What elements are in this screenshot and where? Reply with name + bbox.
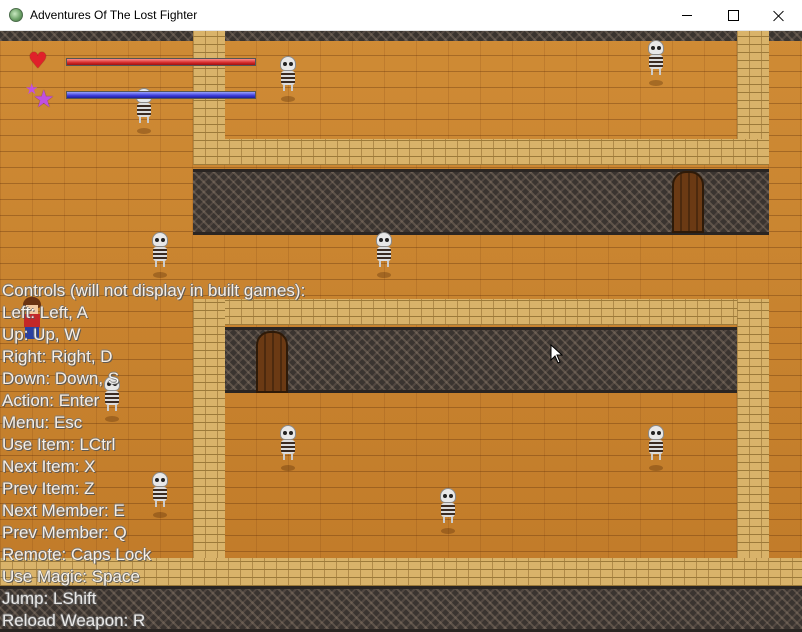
window-title: Adventures Of The Lost Fighter: [30, 8, 198, 22]
skeleton-enemy[interactable]: [645, 40, 667, 90]
control-binding: Left: Left, A: [2, 303, 89, 322]
controls-overlay: Controls (will not display in built game…: [2, 280, 305, 632]
control-binding: Action: Enter: [2, 391, 100, 410]
game-viewport[interactable]: ♥ ★ ★ Controls (will not display in buil…: [0, 31, 802, 632]
heart-icon: ♥: [28, 49, 48, 74]
brick-wall: [737, 299, 769, 599]
skeleton-enemy[interactable]: [437, 488, 459, 538]
control-binding: Up: Up, W: [2, 325, 81, 344]
minimize-icon: [682, 15, 692, 16]
close-icon: [773, 10, 785, 22]
control-binding: Right: Right, D: [2, 347, 113, 366]
magic-bar-fill: [67, 92, 255, 98]
control-binding: Next Item: X: [2, 457, 96, 476]
skeleton-enemy[interactable]: [149, 232, 171, 282]
control-binding: Next Member: E: [2, 501, 125, 520]
control-binding: Jump: LShift: [2, 589, 97, 608]
star-icon: ★: [33, 85, 55, 113]
control-binding: Prev Member: Q: [2, 523, 127, 542]
wooden-door[interactable]: [672, 171, 704, 233]
control-binding: Menu: Esc: [2, 413, 83, 432]
maximize-icon: [727, 10, 739, 21]
title-bar: Adventures Of The Lost Fighter: [0, 0, 802, 31]
control-binding: Use Magic: Space: [2, 567, 140, 586]
health-bar: [66, 58, 256, 66]
game-globe-icon: [9, 8, 23, 22]
mouse-cursor-icon: [550, 344, 564, 364]
skeleton-enemy[interactable]: [277, 56, 299, 106]
minimize-button[interactable]: [664, 0, 710, 31]
close-button[interactable]: [756, 0, 802, 31]
skeleton-enemy[interactable]: [645, 425, 667, 475]
magic-bar: [66, 91, 256, 99]
control-binding: Reload Weapon: R: [2, 611, 146, 630]
control-binding: Use Item: LCtrl: [2, 435, 116, 454]
top-wall-trim: [0, 31, 802, 41]
brick-wall: [737, 31, 769, 141]
skeleton-enemy[interactable]: [373, 232, 395, 282]
brick-wall: [193, 139, 769, 165]
controls-header: Controls (will not display in built game…: [2, 281, 306, 300]
brick-wall: [193, 31, 225, 141]
maximize-button[interactable]: [710, 0, 756, 31]
health-bar-fill: [67, 59, 255, 65]
control-binding: Prev Item: Z: [2, 479, 95, 498]
control-binding: Down: Down, S: [2, 369, 120, 388]
control-binding: Remote: Caps Lock: [2, 545, 152, 564]
